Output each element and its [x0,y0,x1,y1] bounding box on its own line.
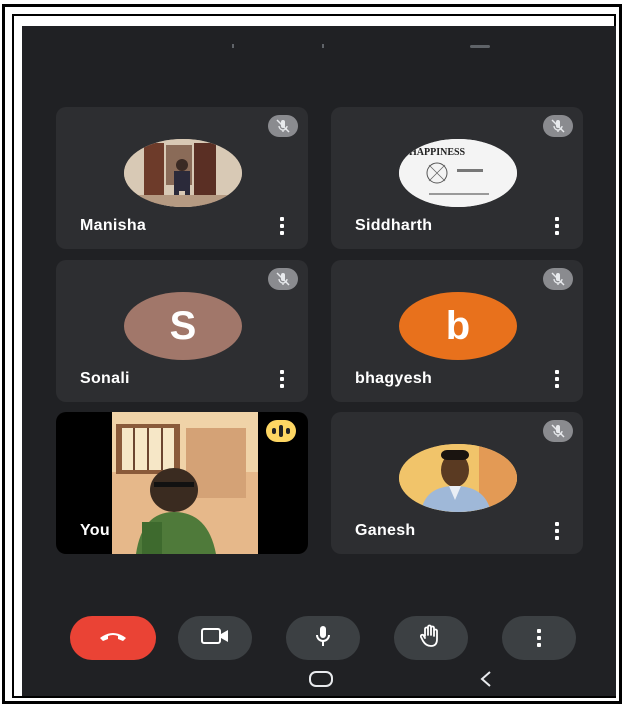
phone-hangup-icon [98,629,128,648]
avatar-letter: S [124,292,242,360]
mic-off-icon [543,115,573,137]
call-controls [22,606,616,666]
mic-off-icon [543,420,573,442]
more-vert-icon[interactable] [549,217,565,235]
participant-tile-self[interactable]: You [56,412,308,554]
more-vert-icon[interactable] [274,370,290,388]
raise-hand-button[interactable] [394,616,468,660]
system-nav-bar [22,666,616,696]
participant-name: Siddharth [355,217,433,234]
videocam-icon [201,627,229,650]
status-pill [470,45,490,48]
mic-off-icon [268,115,298,137]
avatar-image-text: HAPPINESS [409,147,466,158]
home-pill-icon[interactable] [308,670,334,693]
avatar-photo [399,444,517,512]
status-bar [22,26,616,56]
more-vert-icon[interactable] [549,522,565,540]
end-call-button[interactable] [70,616,156,660]
back-chevron-icon[interactable] [478,669,494,694]
more-options-button[interactable] [502,616,576,660]
participant-name: You [80,522,110,539]
avatar-initial: S [169,303,197,348]
participant-name: bhagyesh [355,370,433,387]
meeting-screen: Manisha HAPPINESS Siddharth S Sonali b b… [22,26,616,696]
participant-name: Sonali [80,370,130,387]
participant-name: Ganesh [355,522,416,539]
avatar-photo: HAPPINESS [399,139,517,207]
participant-name: Manisha [80,217,147,234]
outer-border: Manisha HAPPINESS Siddharth S Sonali b b… [2,4,622,704]
self-video [112,412,258,554]
avatar-initial: b [445,303,471,348]
mic-toggle-button[interactable] [286,616,360,660]
status-dot [322,44,324,48]
participant-tile-siddharth[interactable]: HAPPINESS Siddharth [331,107,583,249]
more-vert-icon [536,629,542,647]
participant-tile-manisha[interactable]: Manisha [56,107,308,249]
participant-tile-bhagyesh[interactable]: b bhagyesh [331,260,583,402]
participant-tile-sonali[interactable]: S Sonali [56,260,308,402]
avatar-photo [124,139,242,207]
mic-icon [314,625,332,652]
mic-off-icon [268,268,298,290]
more-vert-icon[interactable] [549,370,565,388]
camera-toggle-button[interactable] [178,616,252,660]
mic-off-icon [543,268,573,290]
hand-icon [419,624,442,653]
more-vert-icon[interactable] [274,217,290,235]
status-dot [232,44,234,48]
audio-level-icon [266,420,296,442]
participant-tile-ganesh[interactable]: Ganesh [331,412,583,554]
avatar-letter: b [399,292,517,360]
inner-border: Manisha HAPPINESS Siddharth S Sonali b b… [12,14,616,698]
